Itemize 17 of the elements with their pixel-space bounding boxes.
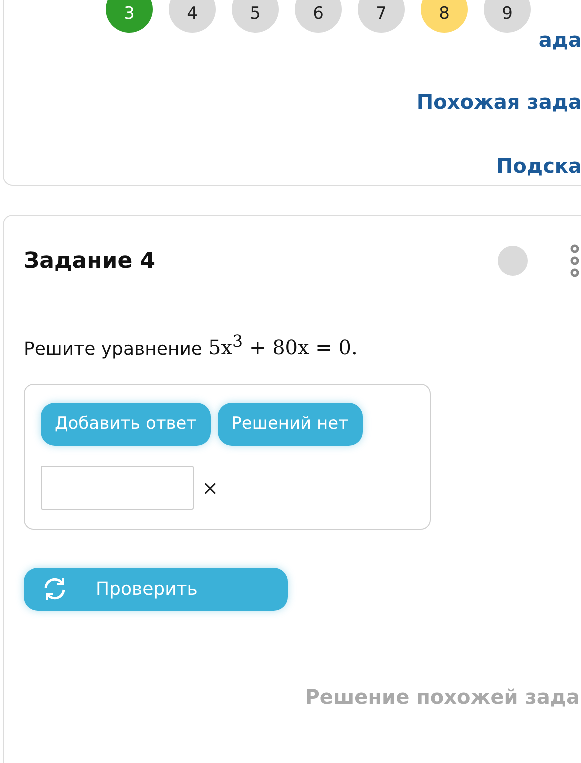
task-number-button[interactable]: 6 [295, 0, 342, 33]
task-link[interactable]: ада [538, 28, 581, 52]
task-number-button[interactable]: 7 [358, 0, 405, 33]
similar-task-link[interactable]: Похожая зада [416, 90, 581, 114]
task-number-button[interactable]: 9 [484, 0, 531, 33]
status-circle-icon [498, 246, 528, 276]
menu-icon[interactable] [570, 244, 580, 278]
task-number-button[interactable]: 8 [421, 0, 468, 33]
task-title: Задание 4 [24, 248, 157, 274]
hint-link[interactable]: Подска [496, 154, 581, 178]
equation: 5x$^{3}$ + 80x = 0. [208, 332, 358, 360]
task-number-button[interactable]: 4 [169, 0, 216, 33]
task-number-button[interactable]: 5 [232, 0, 279, 33]
remove-button[interactable]: × [202, 476, 219, 500]
answer-field[interactable] [41, 466, 194, 510]
refresh-icon [42, 576, 68, 602]
task-prompt: Решите уравнение [24, 338, 202, 360]
